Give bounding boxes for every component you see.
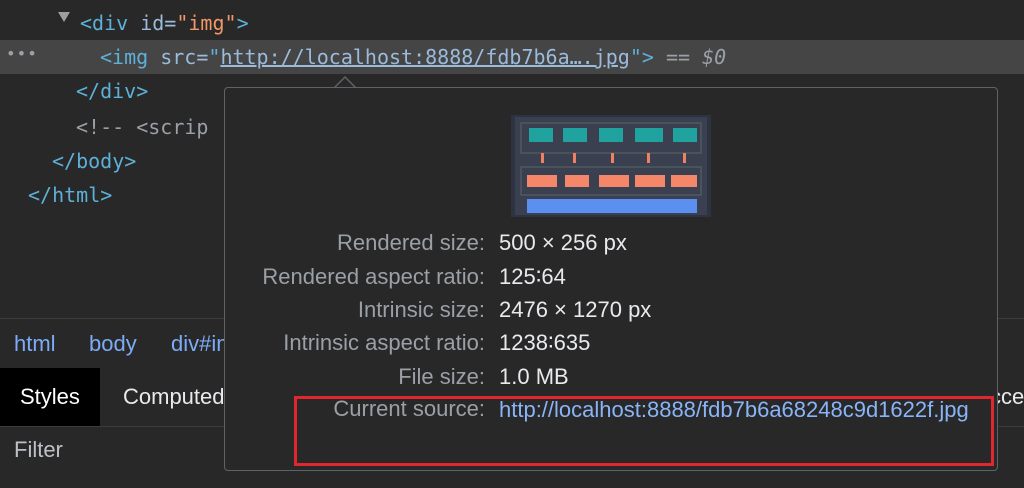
breadcrumb-html[interactable]: html (14, 331, 56, 357)
attr-id-value: "img" (176, 11, 237, 35)
expand-triangle-icon[interactable] (58, 12, 70, 22)
filter-input[interactable]: Filter (14, 437, 63, 463)
tag-bracket: > (236, 11, 249, 35)
breadcrumb-body[interactable]: body (89, 331, 137, 357)
dom-node-comment[interactable]: <!-- <scrip (76, 110, 208, 144)
selected-marker: == $0 (665, 45, 727, 69)
dom-node-body-close[interactable]: </body> (52, 144, 136, 178)
rendered-ratio-value: 125∶64 (499, 264, 566, 289)
dom-node-div-close[interactable]: </div> (76, 74, 148, 108)
tooltip-row-intrinsic-ratio: Intrinsic aspect ratio: 1238∶635 (225, 330, 997, 363)
tag-bracket: > (641, 45, 654, 69)
dom-node-div-img[interactable]: <div id="img"> (80, 6, 249, 40)
highlight-box (294, 396, 994, 466)
attr-src: src= (160, 45, 209, 69)
tag-open-img: <img (100, 45, 149, 69)
tab-computed[interactable]: Computed (123, 368, 225, 426)
tag-open-div: <div (80, 11, 129, 35)
tooltip-row-intrinsic-size: Intrinsic size: 2476 × 1270 px (225, 297, 997, 330)
file-size-value: 1.0 MB (499, 364, 569, 389)
quote: " (629, 45, 642, 69)
image-thumbnail (511, 115, 711, 217)
tooltip-row-rendered-ratio: Rendered aspect ratio: 125∶64 (225, 264, 997, 297)
tooltip-row-file-size: File size: 1.0 MB (225, 364, 997, 397)
row-more-icon[interactable]: ••• (6, 44, 38, 63)
file-size-label: File size: (398, 364, 485, 389)
thumbnail-canvas (515, 117, 707, 215)
intrinsic-size-value: 2476 × 1270 px (499, 297, 652, 322)
tooltip-row-rendered-size: Rendered size: 500 × 256 px (225, 230, 997, 263)
attr-id: id= (140, 11, 177, 35)
intrinsic-ratio-label: Intrinsic aspect ratio: (283, 330, 485, 355)
intrinsic-size-label: Intrinsic size: (357, 297, 485, 322)
thumbnail-diagram (515, 117, 707, 215)
dom-node-html-close[interactable]: </html> (28, 178, 112, 212)
tab-styles[interactable]: Styles (0, 368, 100, 426)
rendered-size-label: Rendered size: (337, 230, 485, 255)
img-src-link[interactable]: http://localhost:8888/fdb7b6a….jpg (220, 45, 629, 69)
dom-node-img[interactable]: <img src="http://localhost:8888/fdb7b6a…… (100, 40, 726, 74)
quote: " (208, 45, 221, 69)
rendered-ratio-label: Rendered aspect ratio: (262, 264, 485, 289)
rendered-size-value: 500 × 256 px (499, 230, 627, 255)
intrinsic-ratio-value: 1238∶635 (499, 330, 591, 355)
